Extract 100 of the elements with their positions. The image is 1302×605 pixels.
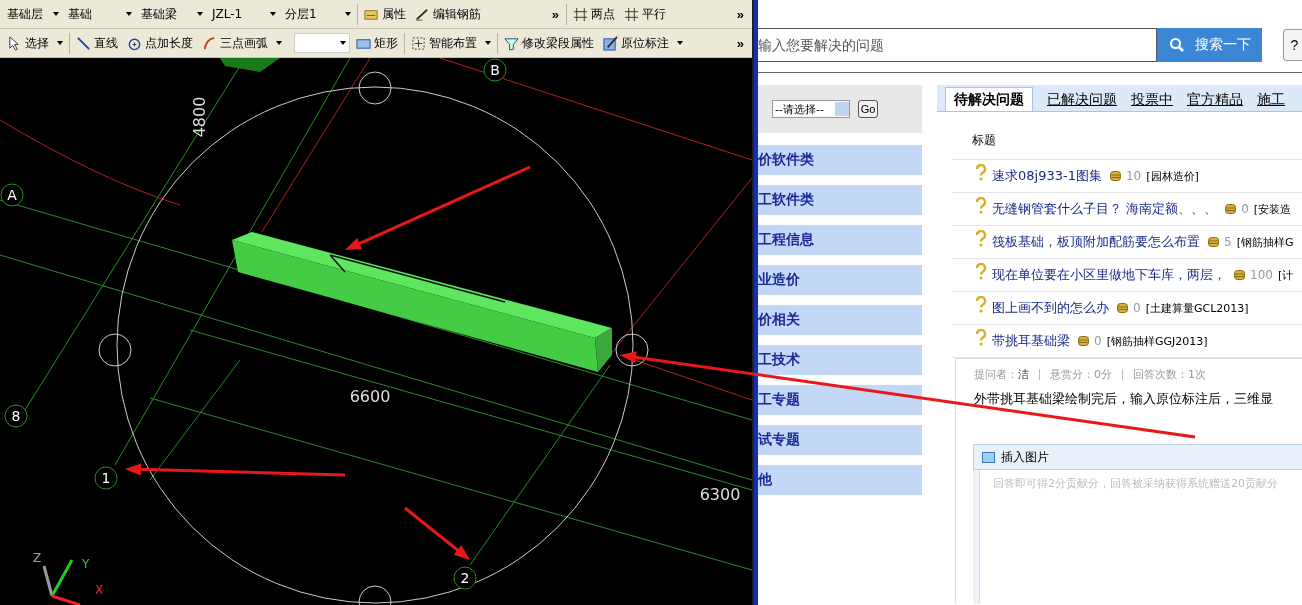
axis-label: 8 xyxy=(11,408,21,424)
dropdown[interactable]: 基础 xyxy=(65,4,135,24)
question-link[interactable]: 速求08j933-1图集 xyxy=(992,167,1102,185)
coin-stack-icon xyxy=(1208,237,1219,247)
small-circle-outline xyxy=(98,333,132,367)
dropdown[interactable]: JZL-1 xyxy=(209,4,279,24)
arc-icon xyxy=(202,35,217,51)
category-link[interactable]: 试专题 xyxy=(758,425,922,455)
category-link[interactable]: 工程信息 xyxy=(758,225,922,255)
question-mark-icon xyxy=(975,230,987,247)
funnel-icon xyxy=(504,35,519,51)
tab[interactable]: 投票中 xyxy=(1131,89,1173,111)
dropdown[interactable]: 基础梁 xyxy=(138,4,206,24)
toolbar-button[interactable]: 矩形 xyxy=(353,32,401,54)
axis-marker-circle xyxy=(483,58,507,82)
category-link[interactable]: 价相关 xyxy=(758,305,922,335)
category-tag: [安装造 xyxy=(1253,201,1292,217)
dropdown[interactable]: 基础层 xyxy=(4,4,62,24)
coin-stack-icon xyxy=(1078,336,1089,346)
axis-label: A xyxy=(7,187,17,203)
asker-label: 提问者： xyxy=(974,367,1018,382)
search-icon xyxy=(1168,37,1185,53)
question-mark-icon xyxy=(975,164,987,181)
go-button[interactable]: Go xyxy=(858,100,878,118)
toolbar-button[interactable]: 属性 xyxy=(357,3,409,25)
toolbar-button[interactable]: 点加长度 xyxy=(124,32,196,54)
help-button[interactable]: ? xyxy=(1283,29,1302,61)
dimension-label: 6600 xyxy=(349,387,391,406)
toolbar-button[interactable]: 原位标注 xyxy=(600,32,686,54)
question-link[interactable]: 带挑耳基础梁 xyxy=(992,332,1070,350)
annotation-arrow xyxy=(404,506,470,560)
category-link[interactable]: 工软件类 xyxy=(758,185,922,215)
toolbar-button[interactable]: 两点 xyxy=(566,3,618,25)
question-mark-icon xyxy=(975,263,987,280)
reward-points: 5 xyxy=(1224,235,1232,249)
toolbar-button[interactable]: 平行 xyxy=(621,3,669,25)
reward-points: 0 xyxy=(1094,334,1102,348)
overflow-button[interactable]: » xyxy=(732,6,748,22)
search-button[interactable]: 搜索一下 xyxy=(1157,28,1262,62)
tab[interactable]: 已解决问题 xyxy=(1047,89,1117,111)
dimension-label: 4800 xyxy=(190,96,209,138)
question-text: 外带挑耳基础梁绘制完后，输入原位标注后，三维显 xyxy=(974,390,1274,408)
axis-label: 1 xyxy=(101,470,111,486)
reward-text: 悬赏分：0分 xyxy=(1050,367,1112,382)
question-link[interactable]: 无缝钢管套什么子目？ 海南定额、、、 xyxy=(992,200,1218,218)
diagonal-line-icon xyxy=(76,35,91,51)
tab[interactable]: 官方精品 xyxy=(1187,89,1243,111)
picture-icon xyxy=(982,451,995,463)
category-link[interactable]: 工专题 xyxy=(758,385,922,415)
column-header: 标题 xyxy=(952,112,1302,160)
answer-count: 回答次数：1次 xyxy=(1133,367,1206,382)
reward-points: 0 xyxy=(1241,202,1249,216)
category-link[interactable]: 业造价 xyxy=(758,265,922,295)
reward-points: 10 xyxy=(1125,169,1142,183)
question-link[interactable]: 图上画不到的怎么办 xyxy=(992,299,1109,317)
category-link[interactable]: 工技术 xyxy=(758,345,922,375)
pencil-square-icon xyxy=(603,35,618,51)
category-tag: [土建算量GCL2013] xyxy=(1145,300,1249,316)
axis-marker-circle xyxy=(453,566,477,590)
category-link[interactable]: 他 xyxy=(758,465,922,495)
small-circle-outline xyxy=(358,585,392,605)
asker-name: 洁 xyxy=(1018,367,1029,382)
category-tag: [钢筋抽样GGJ2013] xyxy=(1106,333,1208,349)
small-circle-outline xyxy=(615,333,649,367)
dropdown[interactable]: 分层1 xyxy=(282,4,354,24)
search-field[interactable]: 输入您要解决的问题 xyxy=(758,28,1157,62)
solid-block-drawing xyxy=(220,58,280,72)
toolbar-button[interactable]: 直线 xyxy=(69,32,121,54)
toolbar-button[interactable]: 智能布置 xyxy=(404,32,494,54)
category-tag: [钢筋抽样G xyxy=(1236,234,1294,250)
dotted-square-icon xyxy=(411,35,426,51)
crossed-lines-icon xyxy=(573,6,588,22)
toolbar-button[interactable]: 编辑钢筋 xyxy=(412,3,484,25)
beam-3d-drawing[interactable] xyxy=(232,232,612,372)
pencil-icon xyxy=(415,6,430,22)
dimension-label: 6300 xyxy=(699,485,741,504)
category-tag: [计 xyxy=(1277,267,1294,283)
coin-stack-icon xyxy=(1117,303,1128,313)
axis-marker-circle xyxy=(94,466,118,490)
cursor-icon xyxy=(7,35,22,51)
tab[interactable]: 待解决问题 xyxy=(945,87,1033,111)
toolbar-button[interactable]: 修改梁段属性 xyxy=(497,32,597,54)
toolbar-button[interactable]: 三点画弧 xyxy=(199,32,285,54)
overflow-button[interactable]: » xyxy=(732,35,748,51)
toolbar-button[interactable]: 选择 xyxy=(4,32,66,54)
axis-marker-circle xyxy=(4,404,28,428)
axis-triad-drawing xyxy=(42,559,81,605)
axis-letter: Y xyxy=(82,557,90,571)
insert-image-button[interactable]: 插入图片 xyxy=(982,448,1049,466)
question-mark-icon xyxy=(975,197,987,214)
axis-letter: Z xyxy=(33,551,42,565)
question-link[interactable]: 现在单位要在小区里做地下车库，两层， xyxy=(992,266,1226,284)
cad-3d-viewport[interactable]: A B 8 1 2 4800 6600 6300 Z Y X xyxy=(0,58,752,605)
coin-stack-icon xyxy=(1109,171,1121,181)
tab[interactable]: 施工 xyxy=(1257,89,1285,111)
category-select[interactable]: --请选择-- xyxy=(772,100,850,118)
axis-letter: X xyxy=(95,583,104,597)
category-link[interactable]: 价软件类 xyxy=(758,145,922,175)
question-link[interactable]: 筏板基础，板顶附加配筋要怎么布置 xyxy=(992,233,1200,251)
overflow-button[interactable]: » xyxy=(547,6,563,22)
